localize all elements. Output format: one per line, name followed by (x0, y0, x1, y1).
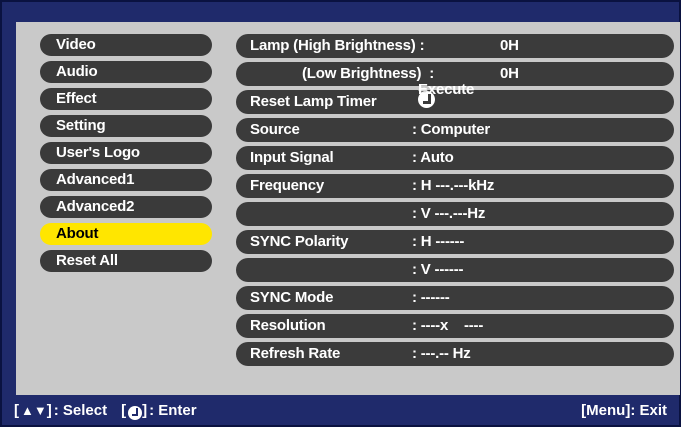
lamp-low-value: 0H (500, 65, 519, 82)
frequency-label: Frequency (250, 177, 325, 194)
menu-item-advanced1[interactable]: Advanced1 (40, 169, 212, 191)
source-label: Source (250, 121, 300, 138)
menu-item-audio[interactable]: Audio (40, 61, 212, 83)
footer-left-hints: [▲▼] : Select [] : Enter (14, 397, 197, 425)
sync-mode-value: : ------ (412, 289, 450, 306)
refresh-rate-value: : ---.-- Hz (412, 345, 471, 362)
frequency-h-row: Frequency : H ---.---kHz (236, 174, 674, 198)
menu-item-advanced2[interactable]: Advanced2 (40, 196, 212, 218)
menu-item-users-logo[interactable]: User's Logo (40, 142, 212, 164)
about-info-list: Lamp (High Brightness) : 0H (Low Brightn… (236, 34, 674, 370)
resolution-value: : ----x ---- (412, 317, 484, 334)
frequency-v-value: : V ---.---Hz (412, 205, 486, 222)
menu-item-video[interactable]: Video (40, 34, 212, 56)
source-row: Source : Computer (236, 118, 674, 142)
sync-polarity-h-value: : H ------ (412, 233, 465, 250)
sync-polarity-label: SYNC Polarity (250, 233, 349, 250)
refresh-rate-label: Refresh Rate (250, 345, 341, 362)
frequency-h-value: : H ---.---kHz (412, 177, 495, 194)
frequency-v-row: : V ---.---Hz (236, 202, 674, 226)
sync-mode-label: SYNC Mode (250, 289, 334, 306)
sync-polarity-v-row: : V ------ (236, 258, 674, 282)
refresh-rate-row: Refresh Rate : ---.-- Hz (236, 342, 674, 366)
menu-item-about[interactable]: About (40, 223, 212, 245)
enter-hint: : Enter (149, 402, 197, 419)
resolution-row: Resolution : ----x ---- (236, 314, 674, 338)
sync-polarity-h-row: SYNC Polarity : H ------ (236, 230, 674, 254)
menu-item-effect[interactable]: Effect (40, 88, 212, 110)
menu-item-reset-all[interactable]: Reset All (40, 250, 212, 272)
exit-hint: [Menu]: Exit (581, 402, 667, 419)
reset-lamp-timer-row[interactable]: Reset Lamp Timer ➜ Execute (236, 81, 674, 114)
lamp-high-value: 0H (500, 37, 519, 54)
menu-item-setting[interactable]: Setting (40, 115, 212, 137)
select-hint: : Select (53, 402, 108, 419)
reset-lamp-timer-label: Reset Lamp Timer (250, 93, 377, 110)
footer-hint-bar: [▲▼] : Select [] : Enter [Menu]: Exit (2, 397, 679, 425)
lamp-high-row: Lamp (High Brightness) : 0H (236, 34, 674, 58)
up-down-arrow-icon: ▲▼ (21, 403, 47, 418)
main-menu: Video Audio Effect Setting User's Logo A… (40, 34, 212, 277)
input-signal-row: Input Signal : Auto (236, 146, 674, 170)
resolution-label: Resolution (250, 317, 326, 334)
lamp-high-label: Lamp (High Brightness) : (250, 37, 425, 54)
menu-panel: Video Audio Effect Setting User's Logo A… (16, 22, 680, 395)
sync-polarity-v-value: : V ------ (412, 261, 464, 278)
source-value: : Computer (412, 121, 490, 138)
input-signal-value: : Auto (412, 149, 454, 166)
sync-mode-row: SYNC Mode : ------ (236, 286, 674, 310)
projector-osd-screen: Video Audio Effect Setting User's Logo A… (0, 0, 681, 427)
execute-label: Execute (418, 81, 475, 98)
input-signal-label: Input Signal (250, 149, 334, 166)
lamp-low-label: (Low Brightness) : (302, 65, 435, 82)
enter-button-icon (128, 406, 143, 420)
